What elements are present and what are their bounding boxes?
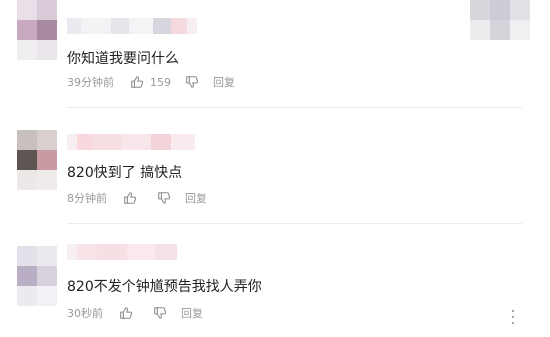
comment-meta: 39分钟前 159 回复 [67, 74, 235, 90]
comment-time: 30秒前 [67, 307, 103, 320]
comment-text: 820不发个钟馗预告我找人弄你 [67, 279, 262, 295]
avatar[interactable] [17, 246, 57, 306]
reply-button[interactable]: 回复 [185, 190, 207, 206]
avatar[interactable] [17, 130, 57, 190]
avatar[interactable] [17, 0, 57, 60]
thumbs-up-icon [131, 76, 144, 88]
comment-time: 8分钟前 [67, 192, 107, 205]
username[interactable] [67, 18, 197, 34]
comment-meta: 8分钟前 回复 [67, 190, 207, 206]
username[interactable] [67, 134, 195, 150]
reply-button[interactable]: 回复 [213, 74, 235, 90]
like-count: 159 [150, 75, 171, 89]
like-button[interactable]: 159 [130, 75, 171, 89]
comment-item: 820不发个钟馗预告我找人弄你 30秒前 回复 [0, 224, 550, 337]
dislike-button[interactable] [185, 75, 199, 89]
thumbs-down-icon [154, 307, 167, 319]
comment-text: 你知道我要问什么 [67, 51, 179, 67]
comment-meta: 30秒前 回复 [67, 305, 203, 321]
comment-item: 820快到了 搞快点 8分钟前 回复 [0, 108, 550, 224]
thumbs-up-icon [124, 192, 137, 204]
thumbs-down-icon [186, 76, 199, 88]
reply-button[interactable]: 回复 [181, 305, 203, 321]
comment-text: 820快到了 搞快点 [67, 165, 183, 181]
comment-list: 你知道我要问什么 39分钟前 159 回复 820快到了 搞快点 8分钟前 回复… [0, 0, 550, 337]
thumbs-down-icon [158, 192, 171, 204]
username[interactable] [67, 244, 177, 260]
comment-item: 你知道我要问什么 39分钟前 159 回复 [0, 0, 550, 108]
more-vertical-icon[interactable] [510, 310, 516, 324]
like-button[interactable] [123, 191, 143, 205]
dislike-button[interactable] [157, 191, 171, 205]
comment-time: 39分钟前 [67, 76, 114, 89]
like-button[interactable] [119, 306, 139, 320]
thumbs-up-icon [120, 307, 133, 319]
dislike-button[interactable] [153, 306, 167, 320]
